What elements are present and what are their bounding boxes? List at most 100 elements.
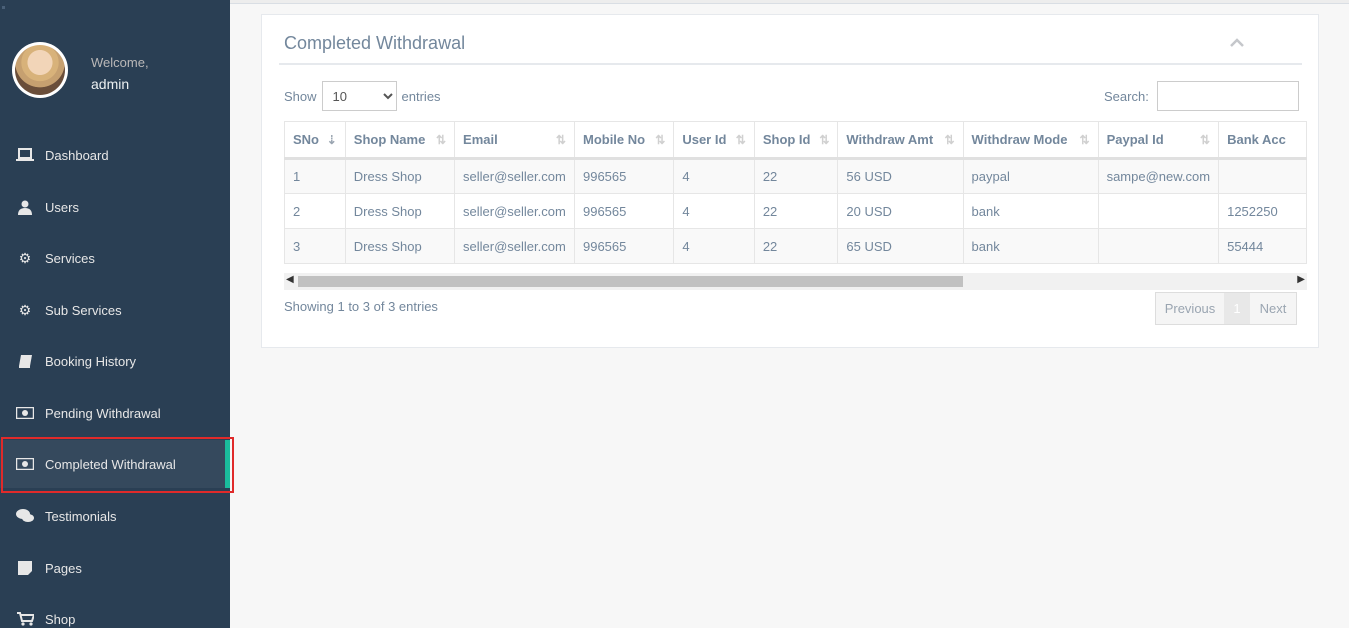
- sort-icon: ⇅: [1079, 133, 1090, 147]
- sidebar-item-label: Pending Withdrawal: [45, 405, 161, 421]
- top-bar: [230, 0, 1349, 4]
- profile: Welcome, admin: [12, 42, 222, 102]
- table-cell: 20 USD: [837, 193, 964, 229]
- sidebar-item-dashboard[interactable]: Dashboard: [0, 131, 230, 179]
- sort-icon: ⇅: [735, 133, 746, 147]
- table-cell: 22: [753, 228, 839, 264]
- table-cell: 1252250: [1218, 193, 1307, 229]
- column-header-withdraw-amt[interactable]: Withdraw Amt ⇅: [837, 121, 964, 160]
- sidebar-item-label: Users: [45, 199, 79, 215]
- search-control: Search:: [1104, 81, 1299, 111]
- sidebar-item-label: Pages: [45, 560, 82, 576]
- next-button[interactable]: Next: [1250, 293, 1296, 324]
- table-cell: 22: [753, 193, 839, 229]
- column-header-paypal-id[interactable]: Paypal Id ⇅: [1097, 121, 1220, 160]
- username: admin: [91, 76, 130, 92]
- table-cell: seller@seller.com: [454, 228, 575, 264]
- sidebar-item-users[interactable]: Users: [0, 183, 230, 231]
- sort-icon: ⇅: [435, 133, 447, 147]
- column-header-bank-acc[interactable]: Bank Acc: [1218, 121, 1307, 160]
- entries-label: entries: [401, 88, 441, 104]
- table-row: 3 Dress Shop seller@seller.com 996565 4 …: [284, 228, 1307, 264]
- table-cell: 56 USD: [837, 158, 964, 194]
- welcome-text: Welcome,: [91, 55, 149, 70]
- search-input[interactable]: [1156, 81, 1299, 111]
- comments-icon: [15, 508, 35, 524]
- scrollbar-thumb[interactable]: [298, 276, 963, 287]
- table-container: SNo ⇣ Shop Name ⇅ Email ⇅ Mobile No ⇅ User I…: [284, 121, 1307, 267]
- sidebar-item-label: Testimonials: [45, 508, 117, 524]
- sidebar-item-label: Shop: [45, 611, 76, 627]
- column-header-withdraw-mode[interactable]: Withdraw Mode ⇅: [962, 121, 1099, 160]
- gear-icon: ⚙: [18, 301, 32, 318]
- page-1-button[interactable]: 1: [1224, 293, 1250, 324]
- table-info: Showing 1 to 3 of 3 entries: [284, 299, 438, 314]
- sort-icon: ⇅: [1200, 133, 1211, 147]
- sidebar-item-label: Dashboard: [45, 147, 109, 163]
- avatar[interactable]: [12, 42, 68, 98]
- user-icon: [15, 199, 35, 215]
- page-length-select[interactable]: 10: [321, 81, 397, 111]
- sort-asc-icon: ⇣: [326, 133, 337, 147]
- table-cell: [1218, 158, 1307, 194]
- cart-icon: [15, 611, 35, 627]
- previous-button[interactable]: Previous: [1156, 293, 1224, 324]
- gear-icon: ⚙: [18, 249, 32, 266]
- table-header-row: SNo ⇣ Shop Name ⇅ Email ⇅ Mobile No ⇅ User I…: [284, 121, 1307, 160]
- table-cell: 1: [284, 158, 346, 194]
- file-icon: [15, 560, 35, 576]
- column-header-mobile-no[interactable]: Mobile No ⇅: [573, 121, 675, 160]
- sidebar-item-services[interactable]: ⚙ Services: [0, 234, 230, 282]
- table-cell: paypal: [962, 158, 1099, 194]
- sidebar-item-pages[interactable]: Pages: [0, 544, 230, 592]
- sidebar-item-pending-withdrawal[interactable]: Pending Withdrawal: [0, 389, 230, 437]
- scroll-right-icon[interactable]: ▶: [1297, 274, 1305, 285]
- table-row: 1 Dress Shop seller@seller.com 996565 4 …: [284, 158, 1307, 194]
- column-header-shop-name[interactable]: Shop Name ⇅: [344, 121, 456, 160]
- table-cell: 22: [753, 158, 839, 194]
- table-cell: 65 USD: [837, 228, 964, 264]
- table-cell: 4: [673, 193, 755, 229]
- column-header-email[interactable]: Email ⇅: [454, 121, 575, 160]
- table-cell: 55444: [1218, 228, 1307, 264]
- sort-icon: ⇅: [819, 133, 830, 147]
- sidebar-dot: [2, 6, 5, 9]
- sidebar-item-booking-history[interactable]: Booking History: [0, 337, 230, 385]
- table-cell: [1097, 193, 1220, 229]
- column-header-shop-id[interactable]: Shop Id ⇅: [753, 121, 839, 160]
- chevron-up-icon[interactable]: [1230, 35, 1246, 49]
- sidebar: Welcome, admin Dashboard Users ⚙ Service…: [0, 0, 230, 628]
- table-cell: 996565: [573, 158, 675, 194]
- table-cell: 3: [284, 228, 346, 264]
- table-cell: bank: [962, 193, 1099, 229]
- sidebar-item-label: Completed Withdrawal: [45, 456, 176, 472]
- table-cell: sampe@new.com: [1097, 158, 1220, 194]
- table-cell: Dress Shop: [344, 193, 456, 229]
- sidebar-item-label: Sub Services: [45, 302, 122, 318]
- withdrawal-table: SNo ⇣ Shop Name ⇅ Email ⇅ Mobile No ⇅ User I…: [284, 121, 1307, 264]
- column-header-user-id[interactable]: User Id ⇅: [673, 121, 755, 160]
- table-cell: 2: [284, 193, 346, 229]
- sort-icon: ⇅: [555, 133, 566, 147]
- sidebar-item-sub-services[interactable]: ⚙ Sub Services: [0, 286, 230, 334]
- table-cell: Dress Shop: [344, 158, 456, 194]
- table-cell: 996565: [573, 228, 675, 264]
- table-cell: seller@seller.com: [454, 158, 575, 194]
- money-icon: [15, 405, 35, 421]
- sidebar-item-label: Booking History: [45, 353, 137, 369]
- sidebar-item-completed-withdrawal[interactable]: Completed Withdrawal: [0, 440, 230, 488]
- table-cell: seller@seller.com: [454, 193, 575, 229]
- withdrawal-panel: Completed Withdrawal Show 10 entries Sea…: [261, 14, 1319, 348]
- table-cell: 996565: [573, 193, 675, 229]
- table-cell: Dress Shop: [344, 228, 456, 264]
- sidebar-item-label: Services: [45, 250, 95, 266]
- column-header-sno[interactable]: SNo ⇣: [284, 121, 346, 160]
- horizontal-scrollbar[interactable]: ◀ ▶: [284, 273, 1307, 290]
- panel-divider: [279, 63, 1302, 65]
- sidebar-item-testimonials[interactable]: Testimonials: [0, 492, 230, 540]
- sidebar-item-shop[interactable]: Shop: [0, 595, 230, 628]
- sort-icon: ⇅: [655, 133, 666, 147]
- search-label: Search:: [1104, 88, 1149, 104]
- scroll-left-icon[interactable]: ◀: [286, 274, 294, 285]
- table-row: 2 Dress Shop seller@seller.com 996565 4 …: [284, 193, 1307, 229]
